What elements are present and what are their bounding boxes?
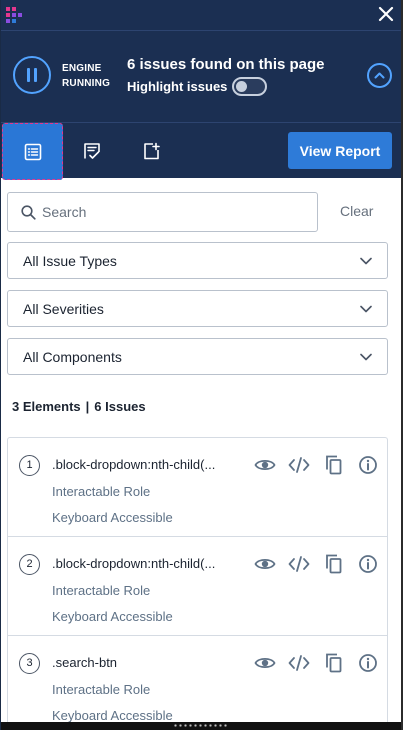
item-actions: [249, 653, 379, 673]
info-icon[interactable]: [357, 554, 379, 574]
search-field[interactable]: [7, 192, 318, 232]
eye-icon[interactable]: [254, 554, 276, 574]
export-icon: [144, 142, 160, 160]
results-summary: 3 Elements | 6 Issues: [12, 399, 146, 414]
code-icon[interactable]: [288, 455, 310, 475]
tab-checklist[interactable]: [62, 123, 122, 179]
highlight-issues-toggle[interactable]: [232, 77, 267, 96]
info-icon[interactable]: [357, 653, 379, 673]
search-icon: [21, 205, 36, 220]
info-icon[interactable]: [357, 455, 379, 475]
severities-select[interactable]: All Severities: [7, 290, 388, 327]
list-icon: [24, 143, 42, 161]
eye-icon[interactable]: [254, 653, 276, 673]
chevron-up-icon: [374, 72, 385, 79]
item-actions: [249, 554, 379, 574]
resize-handle[interactable]: [1, 722, 401, 730]
extension-panel: ENGINE RUNNING 6 issues found on this pa…: [0, 0, 403, 730]
issue-types-select[interactable]: All Issue Types: [7, 242, 388, 279]
item-number: 2: [19, 554, 40, 575]
clear-button[interactable]: Clear: [340, 203, 373, 219]
collapse-button[interactable]: [367, 63, 392, 88]
element-selector[interactable]: .search-btn: [52, 655, 237, 670]
issue-rule[interactable]: Keyboard Accessible: [52, 708, 173, 723]
grip-dots-icon: [173, 724, 229, 727]
issue-rule[interactable]: Keyboard Accessible: [52, 510, 173, 525]
results-list: 1 .block-dropdown:nth-child(... Interact…: [7, 437, 388, 727]
code-icon[interactable]: [288, 554, 310, 574]
pause-engine-button[interactable]: [13, 56, 51, 94]
engine-status: ENGINE RUNNING: [62, 63, 111, 89]
close-icon[interactable]: [377, 5, 395, 23]
list-item[interactable]: 2 .block-dropdown:nth-child(... Interact…: [8, 537, 387, 636]
checklist-icon: [84, 143, 100, 159]
engine-header: ENGINE RUNNING 6 issues found on this pa…: [1, 30, 401, 122]
issue-rule[interactable]: Interactable Role: [52, 682, 150, 697]
chevron-down-icon: [360, 257, 372, 265]
tab-bar: View Report: [1, 122, 401, 180]
chevron-down-icon: [360, 305, 372, 313]
code-icon[interactable]: [288, 653, 310, 673]
copy-icon[interactable]: [323, 554, 345, 574]
components-select[interactable]: All Components: [7, 338, 388, 375]
eye-icon[interactable]: [254, 455, 276, 475]
tab-export[interactable]: [122, 123, 182, 179]
item-number: 1: [19, 455, 40, 476]
element-selector[interactable]: .block-dropdown:nth-child(...: [52, 556, 237, 571]
item-actions: [249, 455, 379, 475]
issues-found-title: 6 issues found on this page: [127, 56, 325, 73]
pause-icon: [27, 68, 30, 82]
toggle-knob: [236, 81, 247, 92]
app-logo-icon: [6, 7, 22, 23]
view-report-button[interactable]: View Report: [288, 132, 392, 169]
title-bar: [1, 0, 401, 30]
tab-issues-list[interactable]: [2, 123, 63, 180]
item-number: 3: [19, 653, 40, 674]
list-item[interactable]: 3 .search-btn Interactable Role Keyboard…: [8, 636, 387, 727]
copy-icon[interactable]: [323, 653, 345, 673]
chevron-down-icon: [360, 353, 372, 361]
element-selector[interactable]: .block-dropdown:nth-child(...: [52, 457, 237, 472]
search-input[interactable]: [42, 201, 302, 223]
copy-icon[interactable]: [323, 455, 345, 475]
issue-rule[interactable]: Keyboard Accessible: [52, 609, 173, 624]
issue-rule[interactable]: Interactable Role: [52, 484, 150, 499]
issue-rule[interactable]: Interactable Role: [52, 583, 150, 598]
highlight-issues-label: Highlight issues: [127, 79, 228, 94]
list-item[interactable]: 1 .block-dropdown:nth-child(... Interact…: [8, 438, 387, 537]
